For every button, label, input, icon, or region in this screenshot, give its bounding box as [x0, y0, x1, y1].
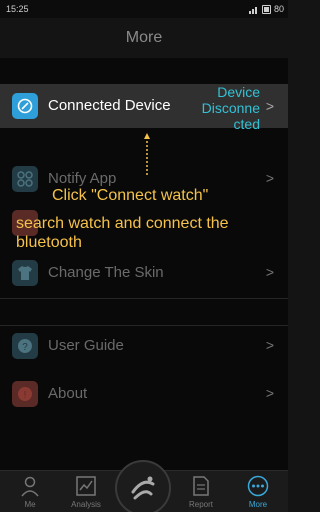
battery-icon	[261, 4, 271, 14]
header: More	[0, 18, 288, 58]
status-bar: 15:25 80	[0, 0, 288, 18]
svg-text:!: !	[24, 390, 27, 401]
tab-more[interactable]: More	[234, 471, 282, 512]
device-status-line: cted	[233, 116, 260, 132]
connected-device-label: Connected Device	[48, 97, 171, 114]
tab-label: More	[248, 500, 268, 509]
center-run-button[interactable]	[115, 460, 171, 512]
device-status-line: Device	[217, 84, 260, 100]
analysis-icon	[76, 476, 96, 496]
notify-app-icon	[12, 166, 38, 192]
hint-text-connect: Click "Connect watch"	[52, 187, 209, 204]
menu-item-change-skin[interactable]: Change The Skin >	[0, 253, 288, 293]
menu-item-user-guide[interactable]: ? User Guide >	[0, 326, 288, 366]
shirt-icon	[12, 260, 38, 286]
page-title: More	[125, 29, 163, 46]
runner-icon	[131, 476, 155, 500]
report-icon	[193, 476, 209, 496]
tab-label: Report	[188, 500, 213, 509]
chevron-right-icon: >	[265, 337, 274, 353]
tab-label: Analysis	[71, 500, 101, 509]
device-status-line: Disconne	[201, 100, 260, 116]
watch-icon	[12, 93, 38, 119]
about-label: About	[48, 385, 88, 402]
status-icons: 80	[248, 3, 284, 15]
hint-text-bluetooth: search watch and connect the bluetooth	[16, 215, 229, 251]
connected-device-row[interactable]: Connected Device Device Disconne cted >	[0, 84, 288, 132]
divider	[0, 298, 288, 299]
user-guide-label: User Guide	[48, 337, 124, 354]
tab-me[interactable]: Me	[6, 471, 54, 512]
notify-app-label: Notify App	[48, 170, 117, 187]
chevron-right-icon: >	[265, 98, 274, 114]
info-icon: !	[12, 381, 38, 407]
tab-analysis[interactable]: Analysis	[62, 471, 110, 512]
chevron-right-icon: >	[265, 385, 274, 401]
signal-icon	[248, 6, 257, 14]
person-icon	[21, 476, 39, 497]
device-status: Device Disconne cted	[190, 84, 260, 132]
change-skin-label: Change The Skin	[48, 264, 164, 281]
help-icon: ?	[12, 333, 38, 359]
chevron-right-icon: >	[265, 264, 274, 280]
menu-item-about[interactable]: ! About >	[0, 374, 288, 414]
svg-text:?: ?	[22, 342, 28, 353]
more-icon	[247, 475, 269, 497]
hint-arrow-icon	[144, 133, 150, 175]
battery-percent: 80	[273, 4, 284, 14]
tab-report[interactable]: Report	[177, 471, 225, 512]
tab-label: Me	[24, 500, 36, 509]
chevron-right-icon: >	[265, 170, 274, 186]
status-time: 15:25	[6, 4, 29, 14]
